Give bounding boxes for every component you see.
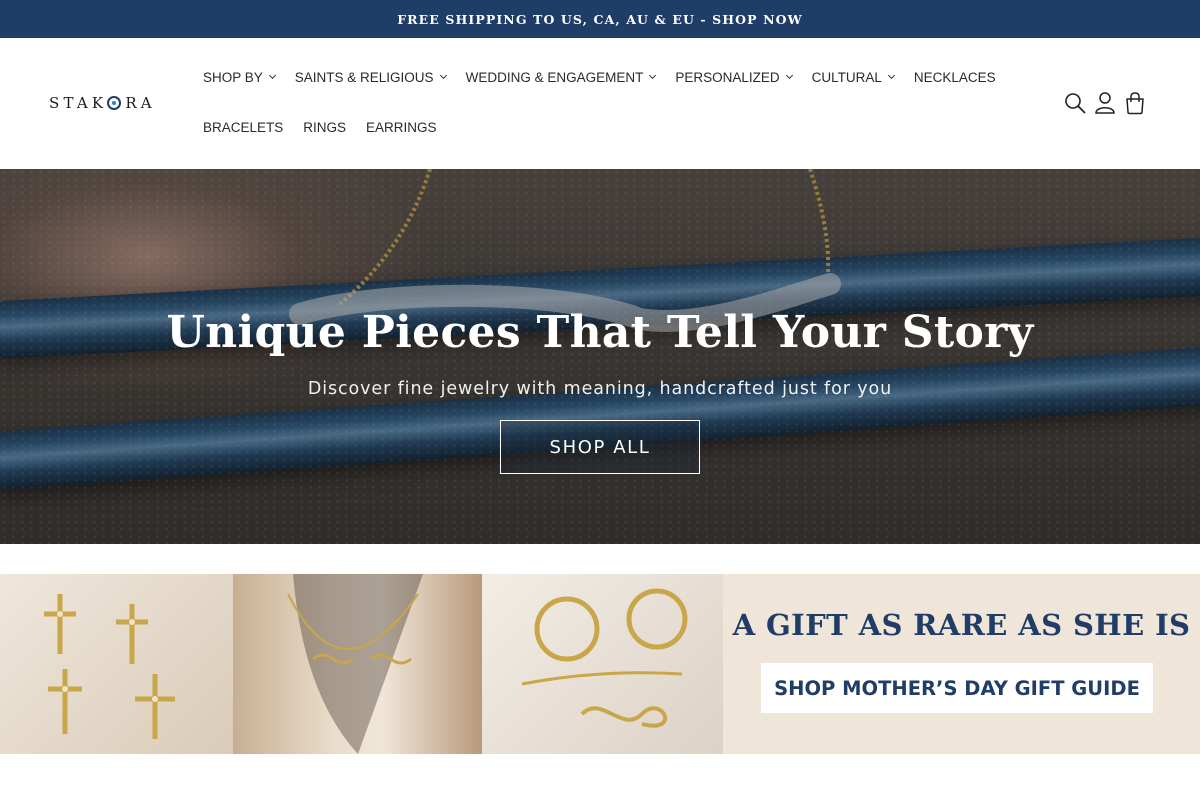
logo-text-left: STAK [49, 94, 108, 112]
mothers-day-gift-guide-button[interactable]: SHOP MOTHER’S DAY GIFT GUIDE [761, 663, 1153, 713]
promo-headline: A GIFT AS RARE AS SHE IS [732, 608, 1191, 642]
hero-banner: Unique Pieces That Tell Your Story Disco… [0, 169, 1200, 544]
nav-label: PERSONALIZED [675, 69, 780, 85]
hero-subtitle: Discover fine jewelry with meaning, hand… [307, 379, 893, 399]
main-nav-row-1: SHOP BY SAINTS & RELIGIOUS WEDDING & ENG… [203, 66, 1016, 88]
account-icon[interactable] [1094, 90, 1116, 116]
cross-pendants-illustration [44, 594, 175, 739]
search-icon[interactable] [1064, 90, 1086, 116]
chevron-down-icon [439, 71, 447, 80]
announcement-bar[interactable]: FREE SHIPPING TO US, CA, AU & EU - SHOP … [0, 0, 1200, 38]
announcement-text[interactable]: FREE SHIPPING TO US, CA, AU & EU - SHOP … [397, 12, 803, 27]
site-header: STAK RA SHOP BY SAINTS & RELIGIOUS WEDDI… [0, 38, 1200, 169]
nav-label: SHOP BY [203, 69, 263, 85]
nav-necklaces[interactable]: NECKLACES [914, 70, 996, 85]
promo-image-name-necklace[interactable] [233, 574, 482, 754]
logo-text-right: RA [125, 94, 156, 112]
nav-label: BRACELETS [203, 119, 284, 135]
site-logo[interactable]: STAK RA [49, 94, 156, 112]
header-icons [1064, 90, 1146, 116]
mothers-day-promo-banner[interactable]: A GIFT AS RARE AS SHE IS SHOP MOTHER’S D… [0, 574, 1200, 754]
nav-label: SAINTS & RELIGIOUS [294, 69, 434, 85]
chevron-down-icon [649, 71, 657, 80]
nav-rings[interactable]: RINGS [303, 120, 346, 135]
chevron-down-icon [268, 71, 276, 80]
nav-wedding-engagement[interactable]: WEDDING & ENGAGEMENT [465, 69, 657, 85]
nav-label: WEDDING & ENGAGEMENT [465, 69, 644, 85]
nav-label: CULTURAL [811, 69, 882, 85]
nav-earrings[interactable]: EARRINGS [366, 120, 437, 135]
nav-bracelets[interactable]: BRACELETS [203, 120, 283, 135]
main-nav-row-2: BRACELETS RINGS EARRINGS [203, 116, 457, 138]
name-necklace-illustration [287, 574, 423, 754]
promo-image-crosses[interactable] [0, 574, 233, 754]
nav-shop-by[interactable]: SHOP BY [203, 69, 276, 85]
evil-eye-icon [107, 96, 122, 110]
promo-text-panel[interactable]: A GIFT AS RARE AS SHE IS SHOP MOTHER’S D… [723, 574, 1200, 754]
nav-label: NECKLACES [913, 69, 996, 85]
nav-saints-religious[interactable]: SAINTS & RELIGIOUS [294, 69, 447, 85]
nav-personalized[interactable]: PERSONALIZED [675, 69, 793, 85]
chevron-down-icon [785, 71, 793, 80]
shop-all-button[interactable]: SHOP ALL [500, 420, 700, 474]
hero-title: Unique Pieces That Tell Your Story [166, 307, 1034, 358]
chevron-down-icon [887, 71, 895, 80]
cart-icon[interactable] [1124, 90, 1146, 116]
family-pendants-illustration [521, 588, 688, 728]
nav-label: RINGS [303, 119, 347, 135]
nav-cultural[interactable]: CULTURAL [811, 69, 895, 85]
nav-label: EARRINGS [366, 119, 437, 135]
promo-image-family-pendants[interactable] [482, 574, 723, 754]
